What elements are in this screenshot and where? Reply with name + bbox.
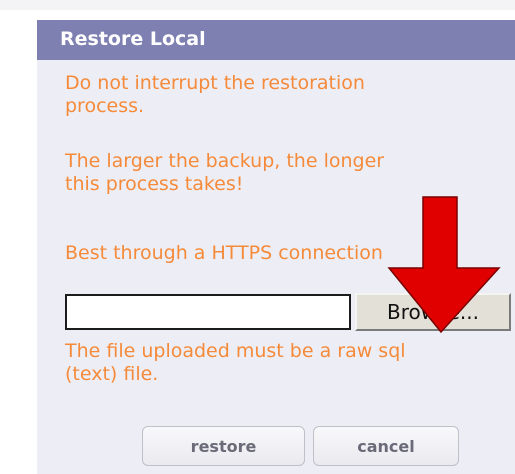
duration-line-1: The larger the backup, the longer	[65, 150, 385, 172]
https-message: Best through a HTTPS connection	[65, 242, 383, 264]
warning-line-2: process.	[65, 95, 145, 117]
warning-line-1: Do not interrupt the restoration	[65, 72, 365, 94]
restore-button[interactable]: restore	[142, 426, 305, 466]
cancel-button[interactable]: cancel	[313, 426, 459, 466]
file-format-note: The file uploaded must be a raw sql (tex…	[65, 340, 406, 386]
duration-message: The larger the backup, the longer this p…	[65, 150, 384, 196]
note-line-1: The file uploaded must be a raw sql	[65, 340, 406, 362]
panel-title: Restore Local	[60, 28, 206, 50]
file-path-input[interactable]	[65, 294, 351, 330]
note-line-2: (text) file.	[65, 363, 159, 385]
restore-local-panel: Restore Local Do not interrupt the resto…	[37, 20, 515, 474]
top-strip	[0, 0, 515, 10]
duration-line-2: this process takes!	[65, 173, 244, 195]
panel-header: Restore Local	[37, 20, 515, 60]
warning-message: Do not interrupt the restoration process…	[65, 72, 365, 118]
red-down-arrow-icon	[387, 196, 501, 334]
